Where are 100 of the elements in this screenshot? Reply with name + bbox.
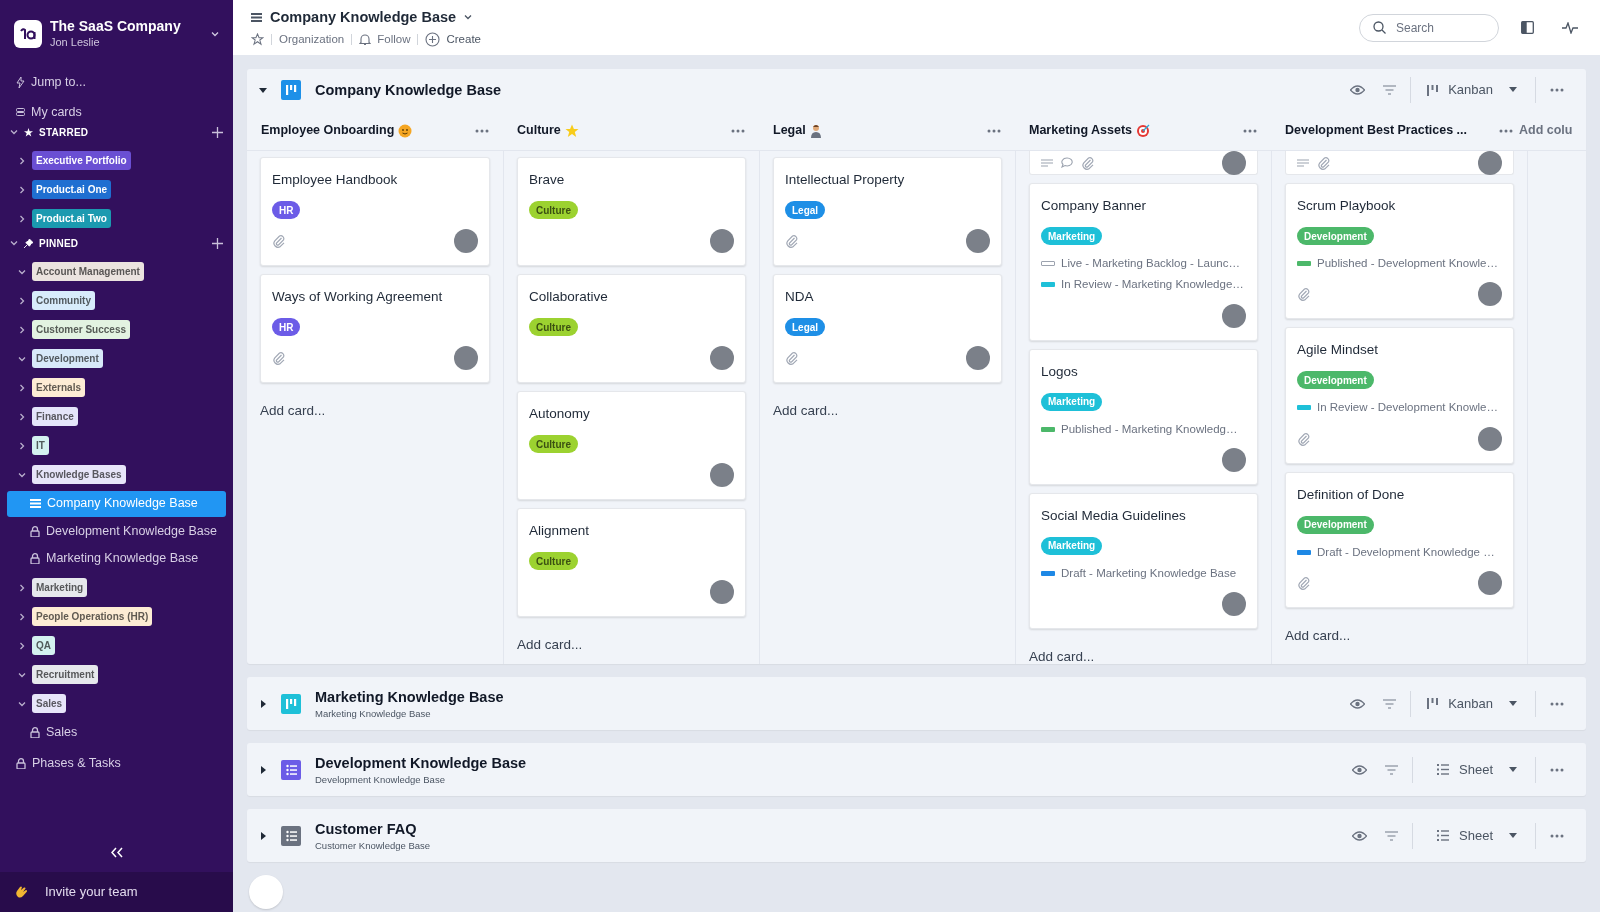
chevron-down-icon[interactable] xyxy=(10,239,18,247)
column-menu-button[interactable] xyxy=(987,128,1001,133)
header-action-link[interactable]: Follow xyxy=(359,31,411,49)
search-field[interactable]: Search xyxy=(1359,13,1499,42)
eye-button[interactable] xyxy=(1352,830,1367,841)
linked-card-text[interactable]: Live - Marketing Backlog - Launc… xyxy=(1061,255,1240,273)
space-tag[interactable]: Recruitment xyxy=(32,665,99,684)
view-dropdown[interactable]: Kanban xyxy=(1411,80,1533,100)
eye-button[interactable] xyxy=(1350,85,1366,95)
linked-card-text[interactable]: Draft - Development Knowledge … xyxy=(1317,543,1495,561)
card[interactable]: NDA Legal xyxy=(773,274,1002,383)
chevron-down-icon xyxy=(211,30,219,38)
more-button[interactable] xyxy=(1550,833,1564,838)
space-tag[interactable]: Sales xyxy=(32,694,67,713)
card[interactable]: Ways of Working Agreement HR xyxy=(260,274,490,383)
chevron-down-icon[interactable] xyxy=(18,267,26,276)
card[interactable]: Alignment Culture xyxy=(517,508,746,617)
view-dropdown[interactable]: Sheet xyxy=(1421,825,1533,846)
caret-down-icon xyxy=(1509,766,1517,773)
chevron-right-icon[interactable] xyxy=(18,156,26,165)
card[interactable]: Brave Culture xyxy=(517,157,746,266)
linked-card-text[interactable]: Published - Development Knowle… xyxy=(1317,255,1498,273)
column-menu-button[interactable] xyxy=(1243,128,1257,133)
add-card-link[interactable]: Add card... xyxy=(1029,647,1258,664)
card[interactable]: Intellectual Property Legal xyxy=(773,157,1002,266)
card[interactable]: Logos Marketing Published - Marketing Knowledg… xyxy=(1029,348,1258,485)
chevron-right-icon[interactable] xyxy=(18,583,26,592)
card[interactable]: Collaborative Culture xyxy=(517,274,746,383)
space-tag[interactable]: Customer Success xyxy=(32,320,131,339)
expand-toggle[interactable] xyxy=(259,86,269,94)
activity-icon[interactable] xyxy=(1562,21,1578,34)
space-tag[interactable]: Account Management xyxy=(32,262,144,281)
more-button[interactable] xyxy=(1550,701,1564,706)
invite-button[interactable]: Invite your team xyxy=(0,872,233,912)
space-tag[interactable]: IT xyxy=(32,436,49,455)
panel-toggle-icon[interactable] xyxy=(1521,21,1534,34)
filter-icon xyxy=(1385,830,1398,841)
chevron-right-icon[interactable] xyxy=(18,641,26,650)
add-card-link[interactable]: Add card... xyxy=(517,635,746,656)
nav-link[interactable]: My cards xyxy=(16,102,217,122)
card[interactable]: Employee Handbook HR xyxy=(260,157,490,266)
chevron-down-icon[interactable] xyxy=(18,699,26,708)
column-menu-button[interactable] xyxy=(1499,128,1513,133)
chevron-right-icon[interactable] xyxy=(18,214,26,223)
chevron-right-icon[interactable] xyxy=(18,612,26,621)
card[interactable]: Company Banner Marketing Live - Marketing Backlog - Launc… In Review - Marketing Knowledge… xyxy=(1029,183,1258,341)
chevron-right-icon[interactable] xyxy=(18,412,26,421)
space-tag[interactable]: People Operations (HR) xyxy=(32,607,153,626)
add-column-link[interactable]: Add colu xyxy=(1519,121,1573,140)
linked-card-text[interactable]: In Review - Development Knowle… xyxy=(1317,399,1498,417)
chevron-down-icon[interactable] xyxy=(10,128,18,136)
chevron-right-icon[interactable] xyxy=(18,441,26,450)
card[interactable]: Definition of Done Development Draft - Development Knowledge … xyxy=(1285,471,1514,608)
header-action-link[interactable]: Organization xyxy=(279,31,345,49)
linked-card-text[interactable]: In Review - Marketing Knowledge… xyxy=(1061,276,1244,294)
logo-icon xyxy=(14,20,42,48)
header-action-link[interactable]: Create xyxy=(425,31,481,49)
column-menu-button[interactable] xyxy=(731,128,745,133)
sidebar-item[interactable]: Marketing Knowledge Base xyxy=(7,545,226,572)
sidebar-item[interactable]: Phases & Tasks xyxy=(7,750,226,777)
card[interactable]: Scrum Playbook Development Published - Development Knowle… xyxy=(1285,183,1514,320)
column-menu-button[interactable] xyxy=(475,128,489,133)
chevron-right-icon[interactable] xyxy=(18,296,26,305)
card[interactable] xyxy=(1029,151,1258,175)
space-tag[interactable]: Product.ai One xyxy=(32,180,112,199)
add-card-link[interactable]: Add card... xyxy=(1285,625,1514,646)
space-tag[interactable]: Knowledge Bases xyxy=(32,465,126,484)
card[interactable]: Social Media Guidelines Marketing Draft - Marketing Knowledge Base xyxy=(1029,492,1258,629)
chevron-down-icon[interactable] xyxy=(18,470,26,479)
linked-card-text[interactable]: Draft - Marketing Knowledge Base xyxy=(1061,564,1237,582)
add-card-link[interactable]: Add card... xyxy=(773,401,1002,422)
nav-link[interactable]: Jump to... xyxy=(16,72,217,92)
linked-card-text[interactable]: Published - Marketing Knowledg… xyxy=(1061,420,1238,438)
eye-button[interactable] xyxy=(1350,698,1366,709)
space-tag[interactable]: Marketing xyxy=(32,578,88,597)
view-dropdown[interactable]: Sheet xyxy=(1421,759,1533,780)
space-tag[interactable]: Externals xyxy=(32,378,86,397)
chevron-down-icon[interactable] xyxy=(18,670,26,679)
page-title: Company Knowledge Base xyxy=(270,7,457,27)
chevron-right-icon[interactable] xyxy=(18,383,26,392)
space-tag[interactable]: QA xyxy=(32,636,55,655)
star-icon xyxy=(24,127,33,137)
more-button[interactable] xyxy=(1550,88,1564,92)
card[interactable] xyxy=(1285,151,1514,175)
add-card-link[interactable]: Add card... xyxy=(260,401,490,422)
view-dropdown[interactable]: Kanban xyxy=(1411,693,1533,714)
card[interactable]: Autonomy Culture xyxy=(517,391,746,500)
chevron-right-icon[interactable] xyxy=(18,325,26,334)
chevron-down-icon[interactable] xyxy=(18,354,26,363)
space-tag[interactable]: Development xyxy=(32,349,103,368)
sidebar-item[interactable]: Sales xyxy=(7,719,226,746)
eye-button[interactable] xyxy=(1352,764,1367,775)
space-tag[interactable]: Finance xyxy=(32,407,78,426)
space-tag[interactable]: Executive Portfolio xyxy=(32,151,131,170)
card[interactable]: Agile Mindset Development In Review - Development Knowle… xyxy=(1285,327,1514,464)
avatar xyxy=(1478,570,1502,595)
more-button[interactable] xyxy=(1550,767,1564,772)
sidebar-item[interactable]: Development Knowledge Base xyxy=(7,518,226,544)
chevron-right-icon[interactable] xyxy=(18,185,26,194)
space-tag[interactable]: Community xyxy=(32,291,95,310)
